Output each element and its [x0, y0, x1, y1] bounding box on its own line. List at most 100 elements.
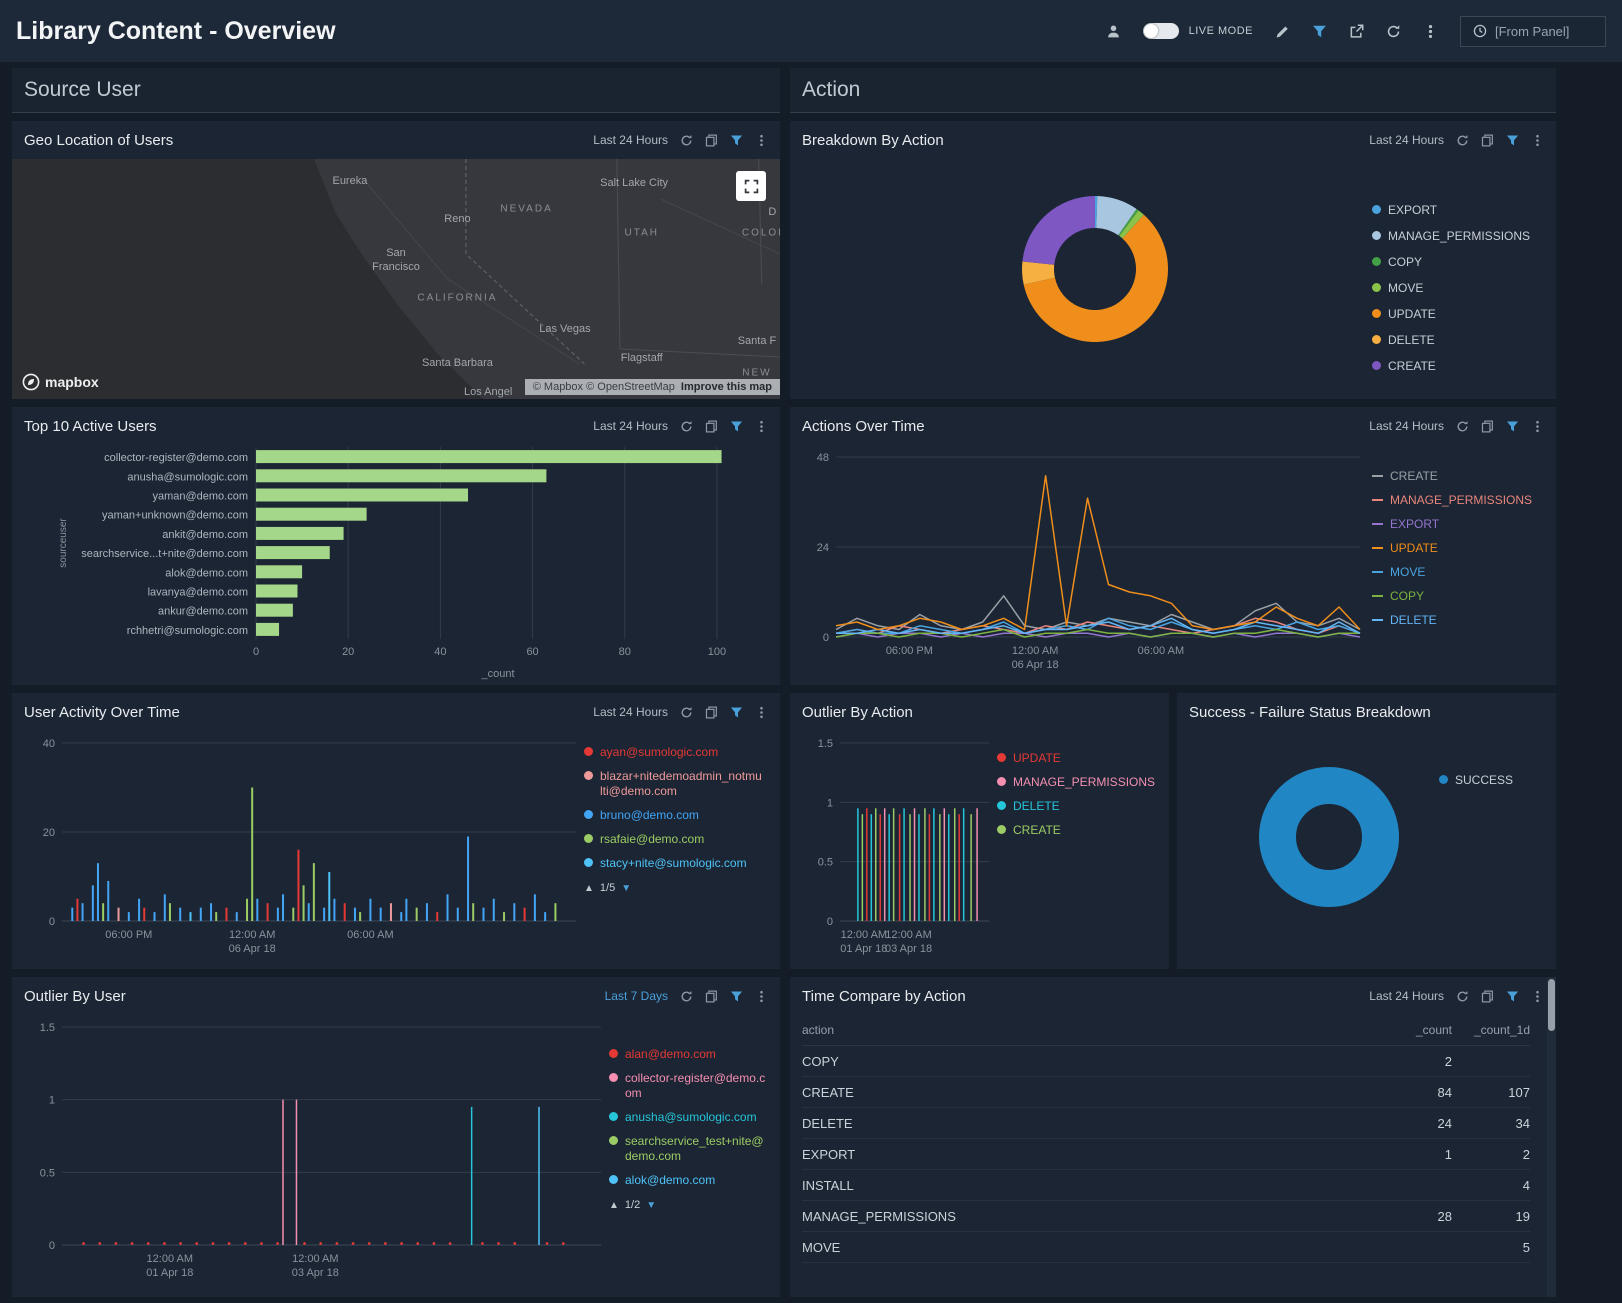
legend-item[interactable]: DELETE [1372, 613, 1537, 628]
legend-item[interactable]: MANAGE_PERMISSIONS [1372, 493, 1537, 508]
legend-marker [1372, 547, 1383, 549]
legend-item[interactable]: EXPORT [1372, 203, 1544, 218]
kebab-menu-icon[interactable] [755, 420, 768, 433]
map-place-label: Los Angel [464, 386, 512, 398]
time-range-button[interactable]: Last 24 Hours [1369, 989, 1444, 1003]
legend-marker [609, 1136, 618, 1145]
legend-item[interactable]: CREATE [1372, 469, 1537, 484]
legend-item[interactable]: COPY [1372, 255, 1544, 270]
filter-icon[interactable] [1506, 134, 1519, 147]
legend-item[interactable]: MANAGE_PERMISSIONS [997, 775, 1157, 790]
time-range-button[interactable]: Last 24 Hours [593, 419, 668, 433]
column-header[interactable]: _count_1d [1452, 1023, 1530, 1037]
copy-icon[interactable] [1481, 420, 1494, 433]
legend-item[interactable]: alok@demo.com [609, 1173, 768, 1188]
refresh-icon[interactable] [680, 990, 693, 1003]
filter-icon[interactable] [1506, 420, 1519, 433]
filter-icon[interactable] [730, 134, 743, 147]
refresh-icon[interactable] [1456, 134, 1469, 147]
copy-icon[interactable] [1481, 134, 1494, 147]
user-icon[interactable] [1106, 24, 1121, 39]
live-mode-toggle[interactable] [1143, 23, 1179, 39]
legend-item[interactable]: anusha@sumologic.com [609, 1110, 768, 1125]
copy-icon[interactable] [705, 134, 718, 147]
time-range-button[interactable]: Last 24 Hours [593, 705, 668, 719]
clock-icon [1473, 24, 1487, 38]
legend-item[interactable]: blazar+nitedemoadmin_notmulti@demo.com [584, 769, 764, 799]
geo-map[interactable]: EurekaSalt Lake CityRenoNEVADASanFrancis… [12, 159, 780, 399]
kebab-menu-icon[interactable] [1423, 24, 1438, 39]
improve-map-link[interactable]: Improve this map [681, 381, 772, 393]
legend-item[interactable]: DELETE [1372, 333, 1544, 348]
panel-title: Success - Failure Status Breakdown [1189, 704, 1431, 721]
share-icon[interactable] [1349, 24, 1364, 39]
svg-text:03 Apr 18: 03 Apr 18 [885, 943, 932, 955]
legend-prev-icon[interactable]: ▲ [609, 1200, 619, 1211]
kebab-menu-icon[interactable] [1531, 990, 1544, 1003]
svg-text:20: 20 [43, 827, 55, 839]
legend-item[interactable]: UPDATE [1372, 307, 1544, 322]
legend-item[interactable]: rsafaie@demo.com [584, 832, 764, 847]
time-range-selector[interactable]: [From Panel] [1460, 16, 1606, 47]
legend-item[interactable]: CREATE [1372, 359, 1544, 374]
legend-marker [1439, 775, 1448, 784]
refresh-icon[interactable] [1456, 420, 1469, 433]
table-row: INSTALL4 [802, 1170, 1530, 1201]
legend-item[interactable]: collector-register@demo.com [609, 1071, 768, 1101]
time-range-button[interactable]: Last 7 Days [605, 989, 668, 1003]
legend-item[interactable]: EXPORT [1372, 517, 1537, 532]
table-scrollbar[interactable] [1547, 977, 1556, 1297]
map-place-label: San [386, 247, 406, 259]
svg-text:rchhetri@sumologic.com: rchhetri@sumologic.com [127, 625, 248, 637]
panel-geo-location: Geo Location of Users Last 24 Hours [12, 121, 780, 399]
legend-item[interactable]: MANAGE_PERMISSIONS [1372, 229, 1544, 244]
copy-icon[interactable] [705, 706, 718, 719]
legend-next-icon[interactable]: ▼ [621, 883, 631, 894]
filter-icon[interactable] [730, 706, 743, 719]
filter-icon[interactable] [730, 990, 743, 1003]
column-header[interactable]: _count [1362, 1023, 1452, 1037]
user-activity-legend: ayan@sumologic.com blazar+nitedemoadmin_n… [584, 731, 764, 968]
legend-item[interactable]: stacy+nite@sumologic.com [584, 856, 764, 871]
copy-icon[interactable] [705, 990, 718, 1003]
legend-item[interactable]: ayan@sumologic.com [584, 745, 764, 760]
kebab-menu-icon[interactable] [755, 706, 768, 719]
time-range-button[interactable]: Last 24 Hours [593, 133, 668, 147]
refresh-icon[interactable] [1456, 990, 1469, 1003]
filter-icon[interactable] [1312, 24, 1327, 39]
filter-icon[interactable] [1506, 990, 1519, 1003]
legend-item[interactable]: UPDATE [1372, 541, 1537, 556]
legend-item[interactable]: MOVE [1372, 281, 1544, 296]
legend-next-icon[interactable]: ▼ [646, 1200, 656, 1211]
kebab-menu-icon[interactable] [755, 990, 768, 1003]
time-range-button[interactable]: Last 24 Hours [1369, 419, 1444, 433]
kebab-menu-icon[interactable] [1531, 134, 1544, 147]
kebab-menu-icon[interactable] [1531, 420, 1544, 433]
refresh-icon[interactable] [1386, 24, 1401, 39]
legend-item[interactable]: searchservice_test+nite@demo.com [609, 1134, 768, 1164]
legend-item[interactable]: DELETE [997, 799, 1157, 814]
refresh-icon[interactable] [680, 420, 693, 433]
legend-item[interactable]: UPDATE [997, 751, 1157, 766]
legend-item[interactable]: CREATE [997, 823, 1157, 838]
column-header[interactable]: action [802, 1023, 1362, 1037]
copy-icon[interactable] [1481, 990, 1494, 1003]
time-range-button[interactable]: Last 24 Hours [1369, 133, 1444, 147]
legend-item[interactable]: COPY [1372, 589, 1537, 604]
edit-pencil-icon[interactable] [1275, 24, 1290, 39]
refresh-icon[interactable] [680, 706, 693, 719]
panel-user-activity: User Activity Over Time Last 24 Hours 02… [12, 693, 780, 969]
copy-icon[interactable] [705, 420, 718, 433]
legend-item[interactable]: bruno@demo.com [584, 808, 764, 823]
legend-prev-icon[interactable]: ▲ [584, 883, 594, 894]
mapbox-logo[interactable]: mapbox [22, 373, 99, 391]
legend-item[interactable]: alan@demo.com [609, 1047, 768, 1062]
legend-item[interactable]: SUCCESS [1439, 773, 1539, 788]
refresh-icon[interactable] [680, 134, 693, 147]
filter-icon[interactable] [730, 420, 743, 433]
scrollbar-thumb[interactable] [1548, 979, 1555, 1031]
legend-marker [1372, 335, 1381, 344]
kebab-menu-icon[interactable] [755, 134, 768, 147]
expand-map-button[interactable] [736, 171, 766, 201]
legend-item[interactable]: MOVE [1372, 565, 1537, 580]
